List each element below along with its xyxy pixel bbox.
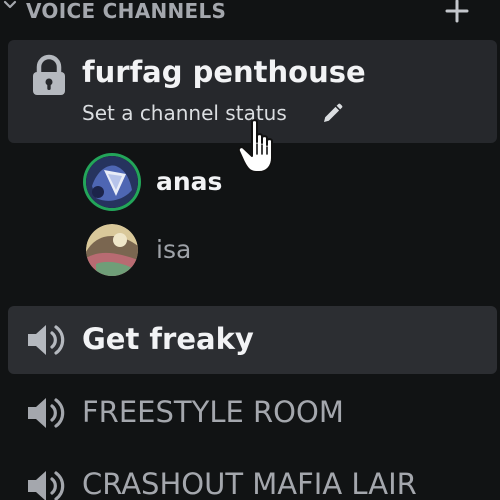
channel-name[interactable]: FREESTYLE ROOM xyxy=(82,390,344,434)
avatar-image-icon xyxy=(86,156,138,208)
hand-cursor-icon xyxy=(238,119,273,173)
username: anas xyxy=(156,167,223,196)
avatar xyxy=(86,156,138,208)
chevron-down-icon[interactable] xyxy=(2,0,18,13)
speaker-icon xyxy=(28,471,65,500)
username: isa xyxy=(156,235,192,264)
voice-channels-category[interactable]: VOICE CHANNELS xyxy=(0,0,500,28)
category-label: VOICE CHANNELS xyxy=(26,0,227,23)
channel-name[interactable]: furfag penthouse xyxy=(82,50,366,94)
lock-icon xyxy=(33,54,65,95)
speaker-icon xyxy=(28,398,65,428)
voice-user-anas[interactable]: anas xyxy=(86,156,386,212)
channel-name[interactable]: CRASHOUT MAFIA LAIR xyxy=(82,462,417,500)
pencil-icon[interactable] xyxy=(320,102,344,126)
plus-icon[interactable] xyxy=(444,0,470,24)
voice-user-isa[interactable]: isa xyxy=(86,224,386,280)
speaker-icon xyxy=(28,325,65,355)
channel-name[interactable]: Get freaky xyxy=(82,317,254,361)
voice-channel-sidebar: VOICE CHANNELS furfag penthouse Set a ch… xyxy=(0,0,500,500)
avatar-image-icon xyxy=(86,224,138,276)
avatar xyxy=(86,224,138,276)
